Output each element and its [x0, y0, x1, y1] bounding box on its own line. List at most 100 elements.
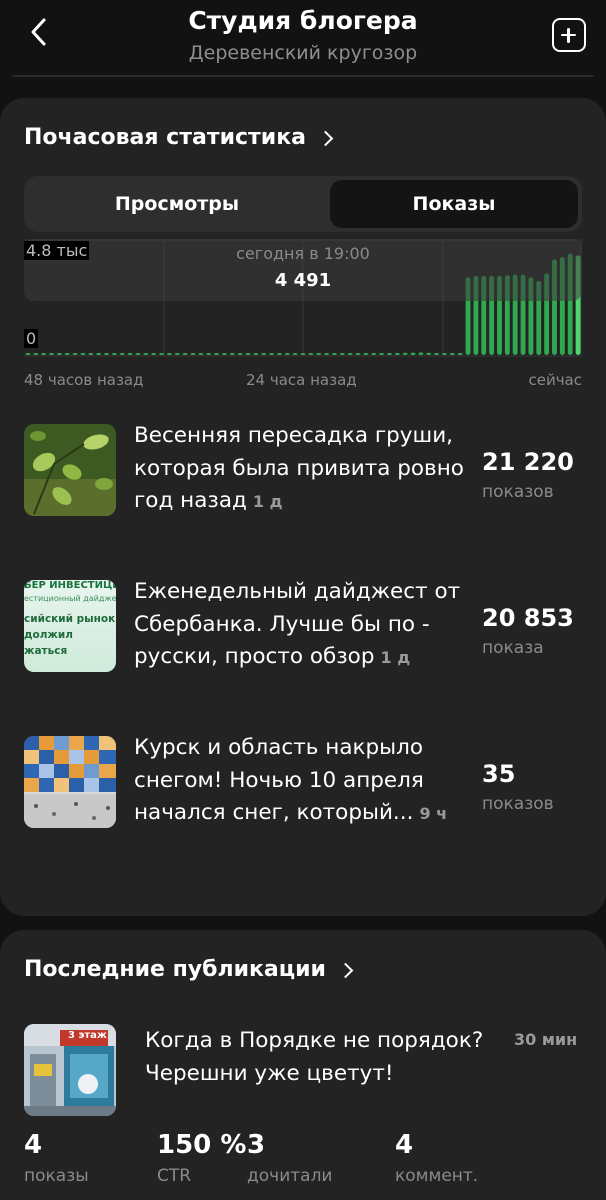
chart-bar[interactable]: [151, 353, 157, 355]
chart-bar[interactable]: [111, 353, 117, 355]
chart-bar[interactable]: [237, 353, 243, 355]
article-title: Еженедельный дайджест от Сбербанка. Лучш…: [134, 579, 461, 669]
chart-bar[interactable]: [198, 353, 204, 355]
chart-bar[interactable]: [127, 353, 133, 355]
article-age: 9 ч: [419, 804, 448, 823]
article-thumbnail: [24, 424, 116, 516]
list-item[interactable]: БЕР ИНВЕСТИЦИ естиционный дайдже сийский…: [24, 579, 582, 675]
x-label-middle: 24 часа назад: [246, 371, 357, 389]
stat-label: показы: [24, 1166, 89, 1186]
chart-bar[interactable]: [119, 353, 125, 355]
chart-bar[interactable]: [300, 353, 306, 355]
stat-ctr: 150 % CTR: [157, 1130, 246, 1186]
chart-bar[interactable]: [88, 353, 94, 355]
y-axis-max-label: 4.8 тыс: [24, 241, 90, 260]
chart-bar[interactable]: [426, 352, 432, 355]
chart-bar[interactable]: [33, 353, 39, 355]
chart-bar[interactable]: [182, 353, 188, 355]
chart-bar[interactable]: [457, 353, 463, 355]
chart-bar[interactable]: [418, 352, 424, 355]
chart-bar[interactable]: [49, 353, 54, 355]
stat-label: CTR: [157, 1166, 192, 1186]
list-item[interactable]: Курск и область накрыло снегом! Ночью 10…: [24, 735, 582, 831]
publication-age: 30 мин: [514, 1030, 578, 1049]
section-title: Последние публикации: [24, 957, 326, 982]
tooltip-value: 4 491: [274, 270, 332, 291]
chart-bar[interactable]: [159, 353, 164, 355]
article-thumbnail: [24, 736, 116, 828]
chart-bar[interactable]: [190, 353, 196, 355]
chart-bar[interactable]: [308, 353, 314, 355]
thumb-line: БЕР ИНВЕСТИЦИ: [24, 580, 116, 591]
thumb-line: естиционный дайдже: [24, 594, 116, 603]
chart-bar[interactable]: [363, 353, 369, 355]
y-axis-min-label: 0: [24, 329, 39, 348]
latest-publications-card: Последние публикации 3 этаж Когда в Поря…: [0, 930, 606, 1200]
latest-publications-header[interactable]: Последние публикации: [24, 957, 354, 982]
chart-bar[interactable]: [174, 353, 180, 355]
add-button[interactable]: [552, 18, 586, 52]
article-age: 1 д: [380, 648, 411, 667]
chart-bar[interactable]: [379, 353, 385, 355]
tooltip-label: сегодня в 19:00: [236, 244, 370, 263]
impressions-count: 20 853: [482, 604, 574, 632]
hourly-stats-header[interactable]: Почасовая статистика: [24, 125, 334, 150]
article-age: 1 д: [252, 492, 283, 511]
chart-bar[interactable]: [41, 353, 47, 355]
chart-bar[interactable]: [135, 353, 141, 355]
chart-bar[interactable]: [324, 353, 330, 355]
chart-bar[interactable]: [449, 353, 455, 355]
chart-bar[interactable]: [80, 353, 86, 355]
chart-bar[interactable]: [387, 353, 392, 355]
chart-bar[interactable]: [316, 353, 322, 355]
chart-bar[interactable]: [245, 353, 251, 355]
stat-value: 150 %: [157, 1130, 247, 1160]
page-title: Студия блогера: [188, 6, 418, 35]
chart-bar[interactable]: [276, 353, 282, 355]
publication-title[interactable]: Когда в Порядке не порядок? Черешни уже …: [145, 1024, 505, 1090]
chart-bar[interactable]: [166, 353, 172, 355]
header: Студия блогера Деревенский кругозор: [0, 0, 606, 80]
chart-bar[interactable]: [56, 353, 62, 355]
chart-bar[interactable]: [332, 353, 337, 355]
publication-thumbnail[interactable]: 3 этаж: [24, 1024, 116, 1116]
chart-bar[interactable]: [104, 353, 109, 355]
chart-bar[interactable]: [284, 353, 290, 355]
chart-bar[interactable]: [25, 353, 31, 355]
chart-bar[interactable]: [72, 353, 78, 355]
chart-bar[interactable]: [229, 353, 235, 355]
thumb-line: жаться: [24, 645, 68, 657]
hourly-stats-card: Почасовая статистика Просмотры Показы се…: [0, 98, 606, 916]
chart-bar[interactable]: [221, 353, 227, 355]
stat-label: коммент.: [395, 1166, 479, 1186]
tab-impressions[interactable]: Показы: [330, 180, 578, 228]
chart-tooltip: сегодня в 19:00 4 491: [24, 239, 582, 301]
list-item[interactable]: Весенняя пересадка груши, которая была п…: [24, 423, 582, 519]
chart-bar[interactable]: [442, 353, 447, 355]
article-title: Весенняя пересадка груши, которая была п…: [134, 423, 464, 513]
chart-bar[interactable]: [96, 353, 102, 355]
tab-views[interactable]: Просмотры: [28, 180, 326, 228]
stat-impressions: 4 показы: [24, 1130, 89, 1186]
thumb-caption: 3 этаж: [68, 1030, 107, 1041]
article-title: Курск и область накрыло снегом! Ночью 10…: [134, 735, 424, 825]
chart-bar[interactable]: [371, 353, 377, 355]
chart-bar[interactable]: [269, 353, 274, 355]
chart-bar[interactable]: [410, 352, 416, 355]
chart-bar[interactable]: [355, 353, 361, 355]
impressions-count: 35: [482, 760, 516, 788]
chart-bar[interactable]: [206, 353, 212, 355]
chart-bar[interactable]: [292, 353, 298, 355]
chart-bar[interactable]: [143, 353, 149, 355]
impressions-unit: показов: [482, 794, 554, 814]
chart-bar[interactable]: [434, 353, 440, 355]
chart-bar[interactable]: [339, 353, 345, 355]
article-thumbnail: БЕР ИНВЕСТИЦИ естиционный дайдже сийский…: [24, 580, 116, 672]
chart-bar[interactable]: [214, 353, 219, 355]
chart-bar[interactable]: [261, 353, 267, 355]
chart-bar[interactable]: [394, 353, 400, 355]
chart-bar[interactable]: [64, 353, 70, 355]
chart-bar[interactable]: [347, 353, 353, 355]
chart-bar[interactable]: [253, 353, 259, 355]
chart-bar[interactable]: [402, 352, 408, 355]
